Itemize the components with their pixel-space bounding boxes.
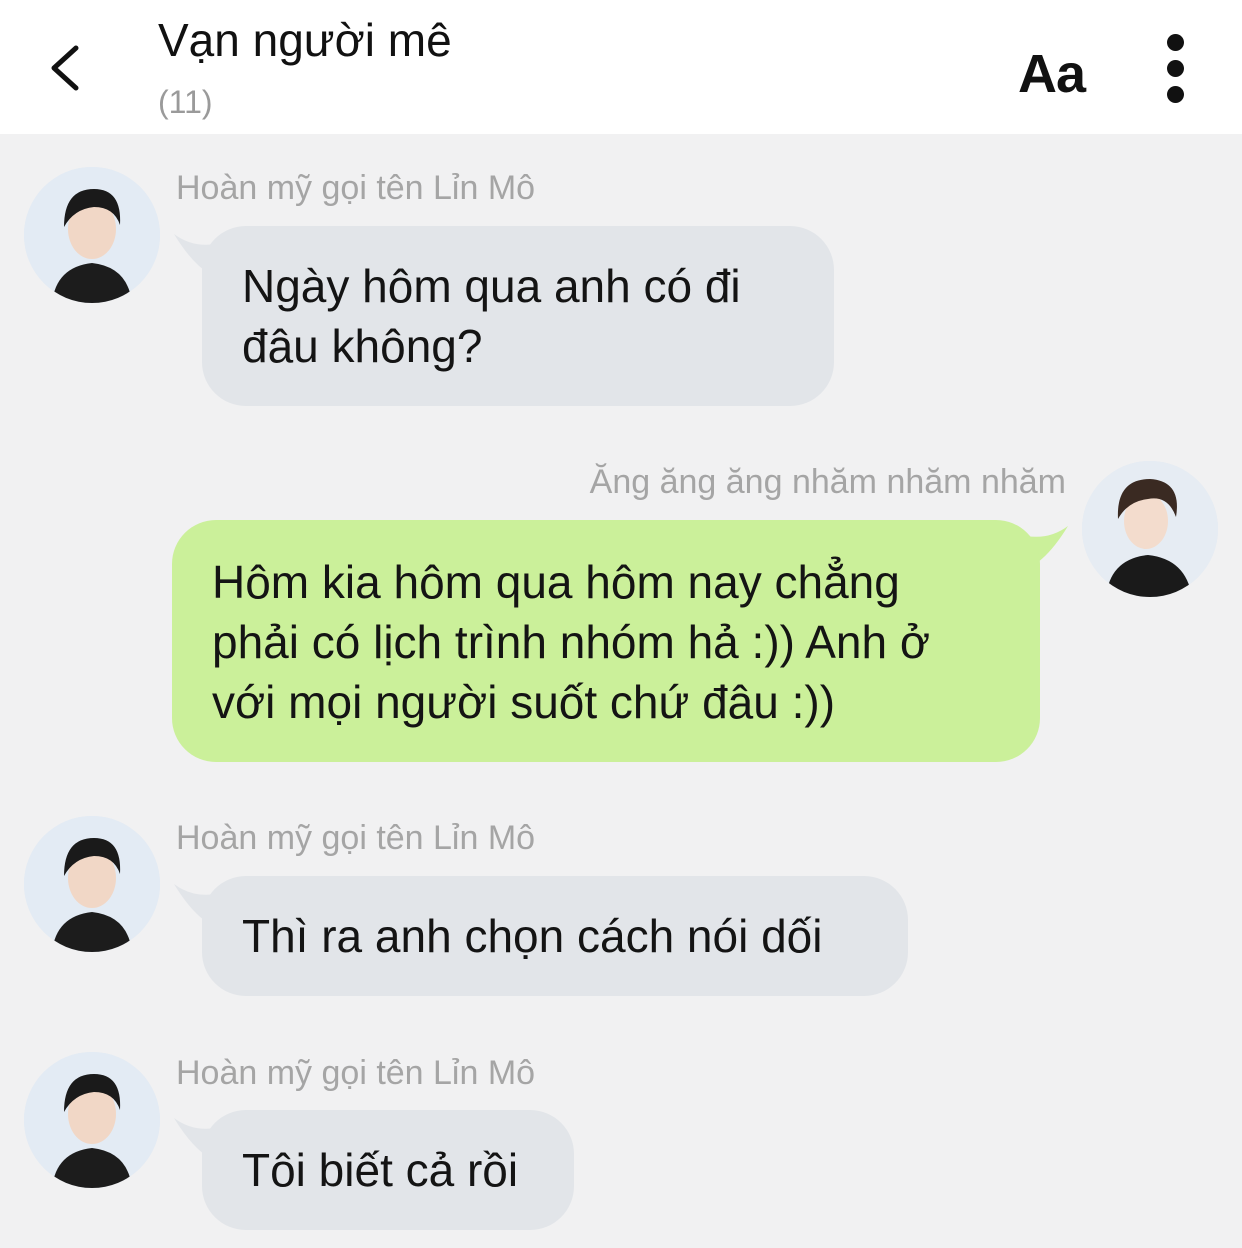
message-line: Hôm kia hôm qua hôm nay chẳng: [212, 556, 900, 608]
member-count: (11): [158, 84, 213, 120]
back-button[interactable]: [40, 40, 96, 96]
message-line: đâu không?: [242, 320, 483, 372]
message-line: với mọi người suốt chứ đâu :)): [212, 676, 836, 728]
message-line: phải có lịch trình nhóm hả :)) Anh ở: [212, 616, 930, 668]
chat-title: Vạn người mê: [158, 14, 452, 66]
message-bubble[interactable]: Thì ra anh chọn cách nói dối: [202, 876, 908, 996]
sender-name: Hoàn mỹ gọi tên Lỉn Mô: [176, 169, 536, 207]
message-line: Tôi biết cả rồi: [242, 1144, 519, 1196]
message-line: Thì ra anh chọn cách nói dối: [242, 910, 823, 962]
sender-name: Hoàn mỹ gọi tên Lỉn Mô: [176, 1054, 536, 1092]
message-bubble[interactable]: Tôi biết cả rồi: [202, 1110, 574, 1230]
avatar[interactable]: [24, 1052, 160, 1188]
font-size-button[interactable]: Aa: [1018, 44, 1086, 104]
avatar[interactable]: [24, 816, 160, 952]
more-vertical-icon[interactable]: [1150, 34, 1202, 104]
message-bubble[interactable]: Hôm kia hôm qua hôm nay chẳng phải có lị…: [172, 520, 1040, 762]
avatar[interactable]: [24, 167, 160, 303]
sender-name: Ăng ăng ăng nhăm nhăm nhăm: [589, 463, 1066, 501]
sender-name: Hoàn mỹ gọi tên Lỉn Mô: [176, 819, 536, 857]
chevron-left-icon: [51, 45, 79, 91]
message-bubble[interactable]: Ngày hôm qua anh có đi đâu không?: [202, 226, 834, 406]
message-line: Ngày hôm qua anh có đi: [242, 260, 741, 312]
chat-header: Vạn người mê (11) Aa: [0, 0, 1242, 134]
avatar[interactable]: [1082, 461, 1218, 597]
